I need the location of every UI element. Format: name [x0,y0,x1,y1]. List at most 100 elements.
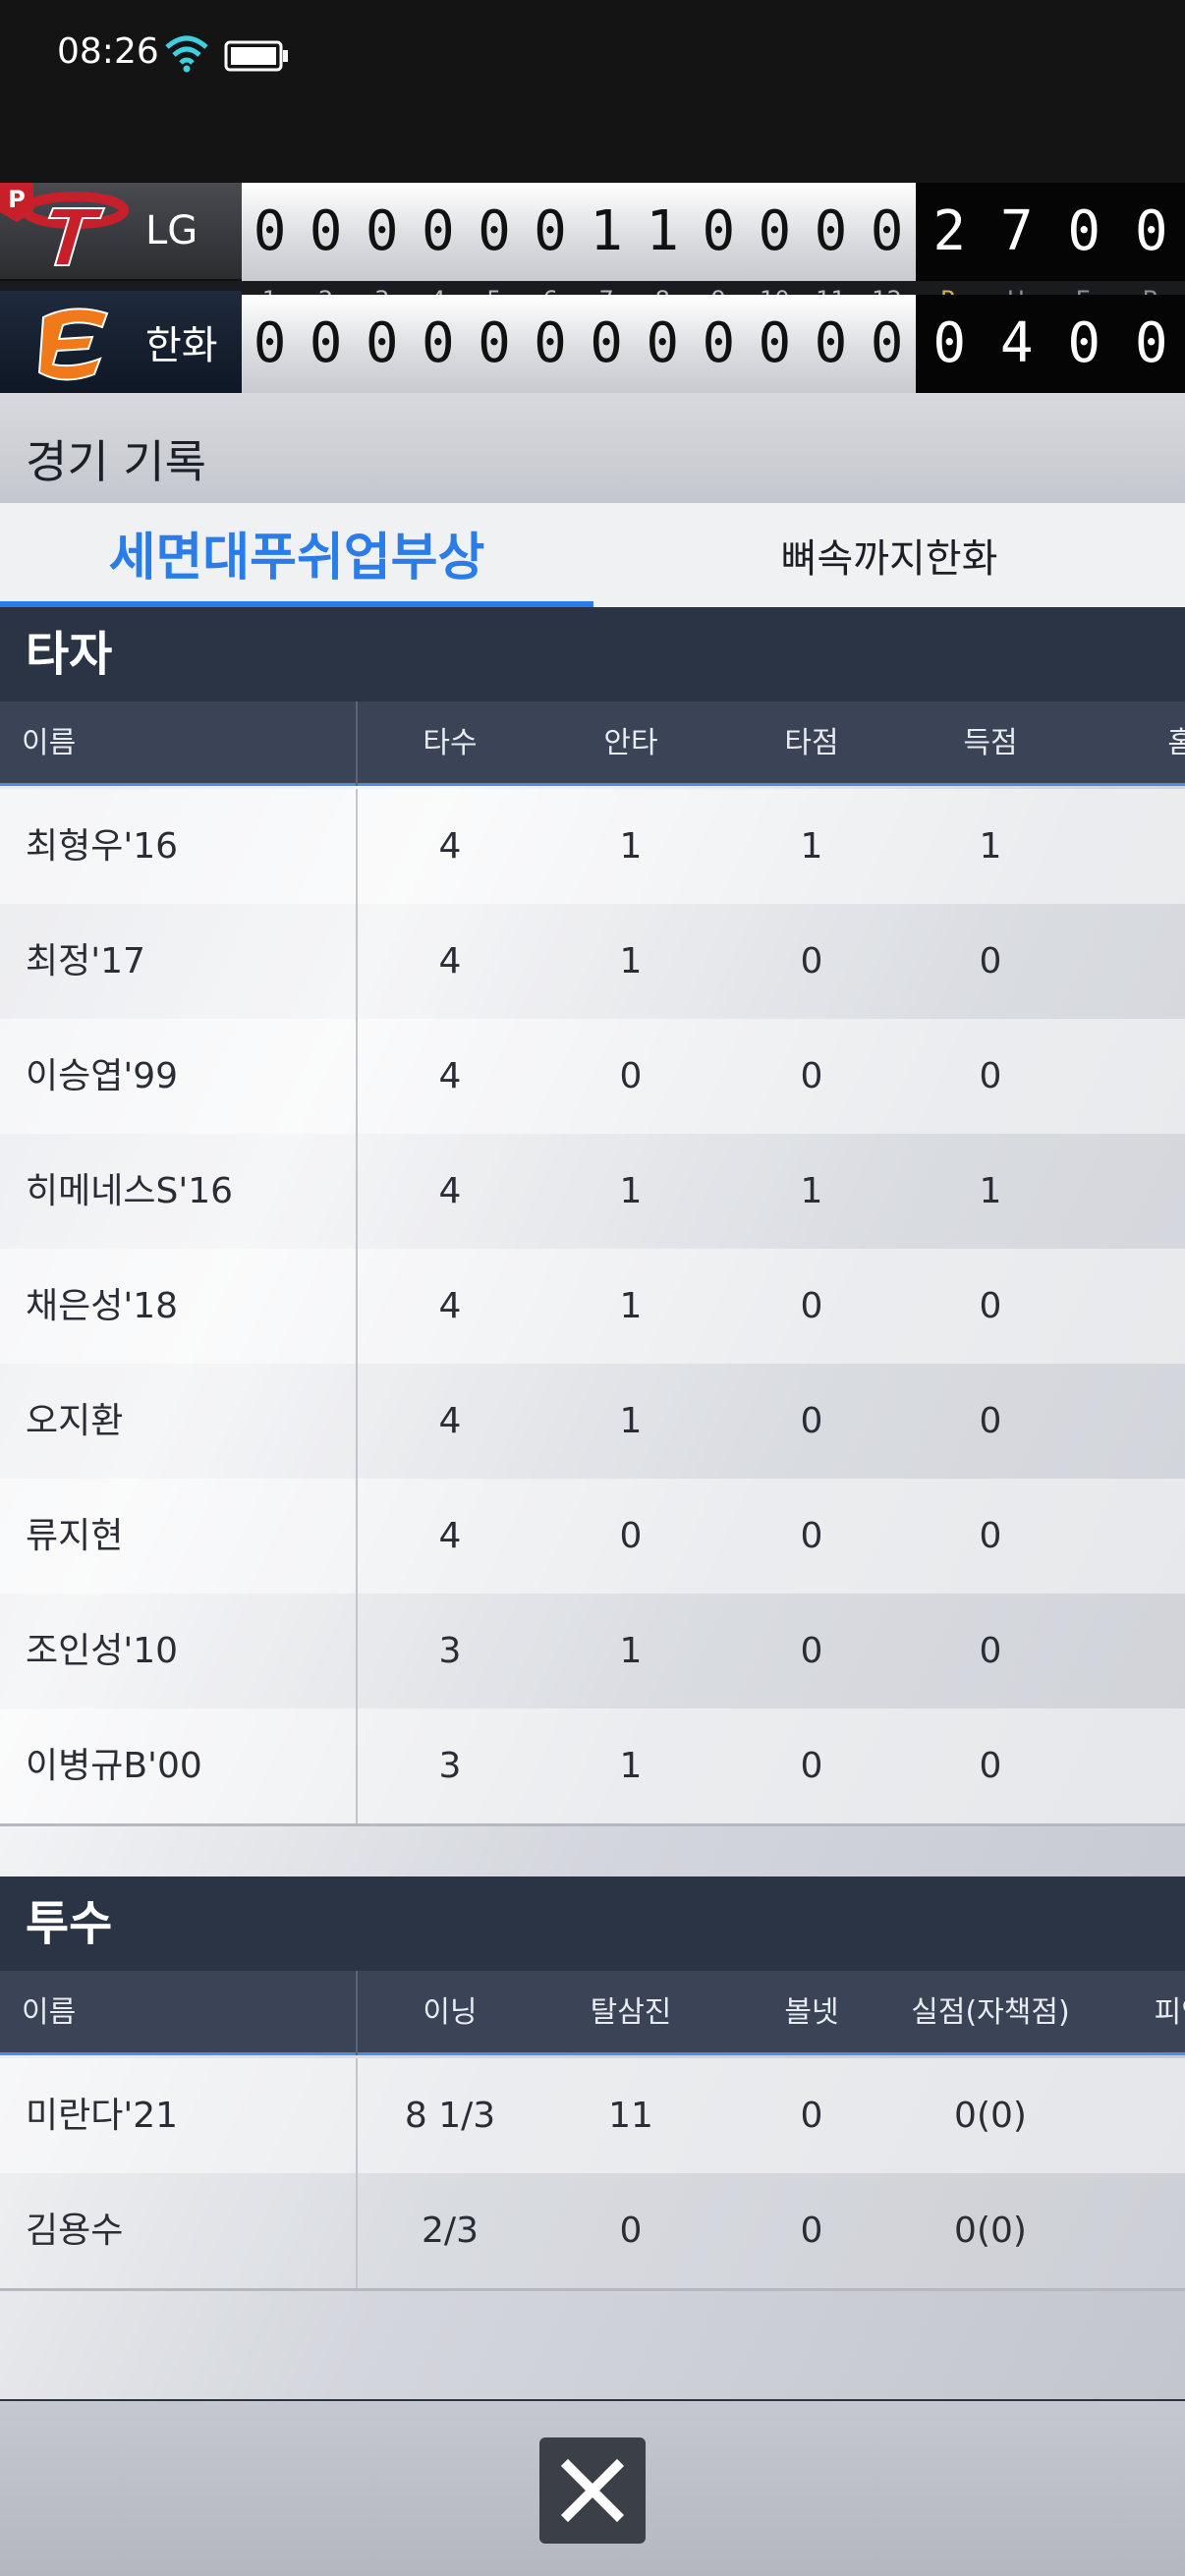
stat-cell: 0 [979,1286,1002,1326]
inning-score: 0 [421,311,455,375]
batters-table-header: 이름 타수 안타 타점 득점 홈런 [0,701,1185,786]
stat-cell: 0 [979,1056,1002,1096]
stat-cell: 0 [800,2096,823,2136]
stat-cell: 1 [619,1746,643,1786]
column-divider [356,701,358,786]
stat-cell: 0 [800,1401,823,1441]
away-team-name: LG [145,208,198,253]
column-divider [356,1364,358,1479]
walks-total: 0 [1134,199,1168,263]
stat-cell: 0 [800,2211,823,2251]
player-name: 김용수 [26,2211,124,2251]
stat-cell: 0 [800,1516,823,1556]
table-row[interactable]: 히메네스S'16 4 1 1 1 1 [0,1134,1185,1249]
column-header: 이름 [22,1995,77,2030]
table-row[interactable]: 최형우'16 4 1 1 1 1 [0,789,1185,904]
stat-cell: 3 [438,1631,462,1671]
column-header: 안타 [603,726,658,760]
inning-score: 0 [646,311,680,375]
column-header: 타수 [423,726,478,760]
column-divider [356,1971,358,2055]
stat-cell: 1 [619,1401,643,1441]
divider [0,1823,1185,1826]
stat-cell: 1 [619,826,643,867]
table-row[interactable]: 김용수 2/3 0 0 0(0) 0 [0,2173,1185,2288]
walks-total: 0 [1134,311,1168,375]
stat-cell: 0 [1118,1479,1185,1594]
column-divider [356,904,358,1019]
tab-home-team[interactable]: 뼈속까지한화 [593,503,1185,607]
player-name: 이병규B'00 [26,1746,202,1786]
errors-total: 0 [1067,311,1101,375]
errors-total: 0 [1067,199,1101,263]
stat-cell: 0 [1118,1708,1185,1823]
tab-away-team[interactable]: 세면대푸쉬업부상 [0,503,593,607]
home-inning-scores: 0 0 0 0 0 0 0 0 0 0 0 0 [242,295,916,393]
column-header: 실점(자책점) [911,1995,1070,2030]
stat-cell: 1 [979,826,1002,867]
column-header: 볼넷 [784,1995,839,2030]
stat-cell: 1 [1118,1134,1185,1249]
stat-cell: 0 [800,1631,823,1671]
table-row[interactable]: 이병규B'00 3 1 0 0 0 [0,1708,1185,1823]
status-time: 08:26 [57,31,159,72]
column-header: 홈런 [1167,726,1185,760]
stat-cell: 0 [1118,1019,1185,1134]
inning-score: 1 [646,199,680,263]
divider [0,2288,1185,2291]
table-row[interactable]: 이승엽'99 4 0 0 0 0 [0,1019,1185,1134]
table-row[interactable]: 오지환 4 1 0 0 0 [0,1364,1185,1479]
stat-cell: 4 [438,1171,462,1211]
inning-score: 0 [534,199,567,263]
wifi-icon [165,35,208,73]
player-name: 류지현 [26,1516,124,1556]
table-row[interactable]: 채은성'18 4 1 0 0 0 [0,1249,1185,1364]
record-title: 경기 기록 [26,435,206,488]
stat-cell: 0 [979,1746,1002,1786]
batters-table-body: 최형우'1641111최정'1741000이승엽'9940000히메네스S'16… [0,789,1185,1823]
stat-cell: 4 [438,1401,462,1441]
player-name: 최정'17 [26,941,145,981]
pitchers-table-body: 미란다'21 8 1/3 11 0 0(0) 4 김용수 2/3 0 0 0(0) 0 [0,2058,1185,2288]
stat-cell: 0 [619,1516,643,1556]
table-row[interactable]: 최정'17 4 1 0 0 0 [0,904,1185,1019]
batters-section-title: 타자 [0,607,1185,701]
table-row[interactable]: 미란다'21 8 1/3 11 0 0(0) 4 [0,2058,1185,2173]
stat-cell: 4 [438,826,462,867]
stat-cell: 3 [438,1746,462,1786]
inning-score: 0 [534,311,567,375]
stat-cell: 1 [619,1286,643,1326]
stat-cell: 0 [979,1631,1002,1671]
stat-cell: 0 [1118,2173,1185,2288]
away-totals: 2 7 0 0 [916,183,1185,281]
close-button[interactable] [539,2437,646,2544]
inning-score: 0 [365,311,399,375]
stat-cell: 0 [800,941,823,981]
stat-cell: 0 [619,1056,643,1096]
table-row[interactable]: 류지현 4 0 0 0 0 [0,1479,1185,1594]
column-divider [356,1479,358,1594]
stat-cell: 0 [979,1401,1002,1441]
stat-cell: 0 [979,941,1002,981]
inning-score: 0 [478,311,511,375]
pitchers-table-header: 이름 이닝 탈삼진 볼넷 실점(자책점) 피안타 [0,1971,1185,2055]
column-divider [356,2173,358,2288]
home-totals: 0 4 0 0 [916,295,1185,393]
column-header: 타점 [784,726,839,760]
stat-cell: 4 [438,1056,462,1096]
column-divider [356,789,358,904]
runs-total: 0 [932,311,967,375]
stat-cell: 0(0) [954,2096,1027,2136]
stat-cell: 0(0) [954,2211,1027,2251]
inning-score: 0 [365,199,399,263]
stat-cell: 0 [1118,904,1185,1019]
column-divider [356,1019,358,1134]
table-row[interactable]: 조인성'10 3 1 0 0 0 [0,1594,1185,1708]
column-header: 탈삼진 [590,1995,672,2030]
inning-score: 0 [309,199,343,263]
player-name: 채은성'18 [26,1286,179,1326]
away-team: P LG [0,183,242,281]
stat-cell: 0 [1118,1249,1185,1364]
column-divider [356,1594,358,1708]
inning-score: 1 [590,199,623,263]
